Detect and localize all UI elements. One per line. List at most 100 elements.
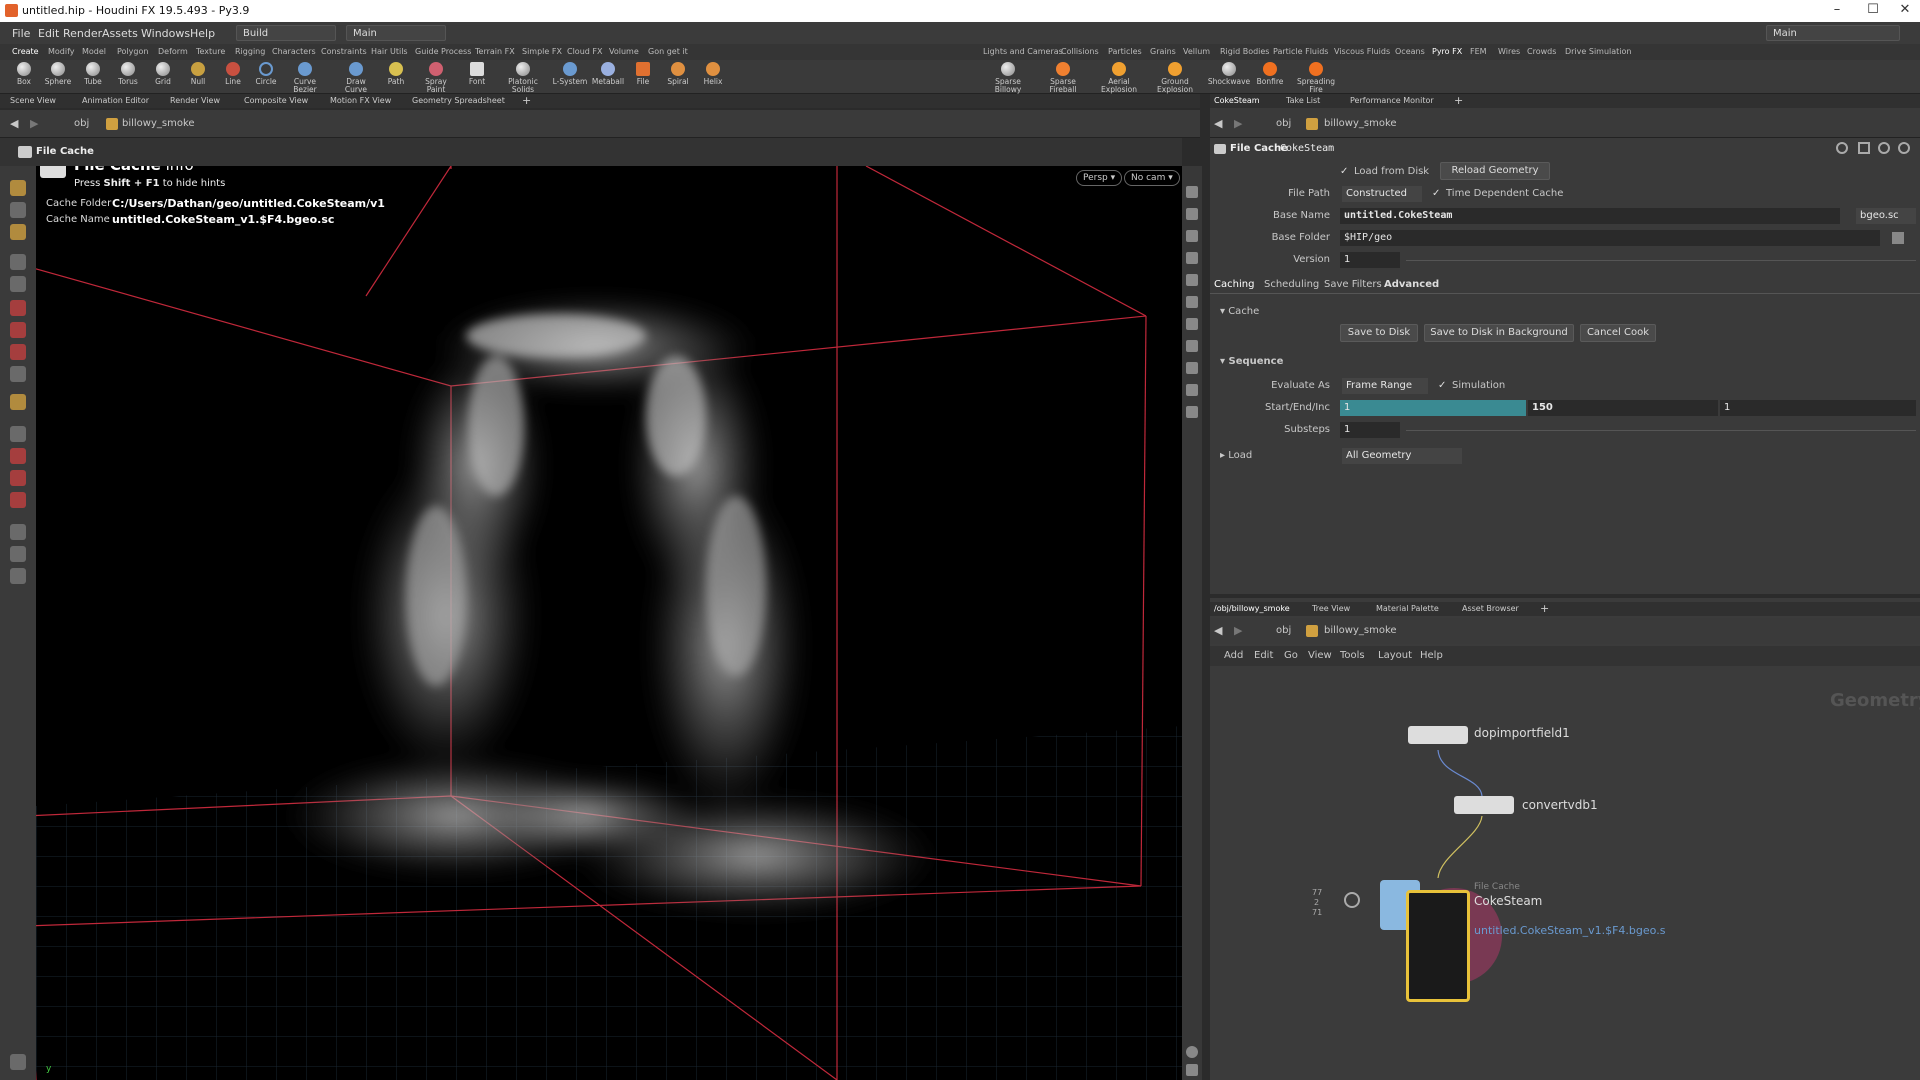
tool-ground-explosion[interactable]: Ground Explosion [1152, 62, 1198, 94]
shelf-tab[interactable]: Rigging [235, 47, 265, 56]
path-obj[interactable]: obj [74, 118, 89, 129]
save-to-disk-button[interactable]: Save to Disk [1340, 324, 1418, 342]
minimize-button[interactable]: – [1822, 2, 1852, 17]
menu-tools[interactable]: Tools [1340, 650, 1365, 661]
tab-composite-view[interactable]: Composite View [244, 96, 308, 105]
tab-cokesteam[interactable]: CokeSteam [1214, 96, 1260, 105]
menu-add[interactable]: Add [1224, 650, 1243, 661]
node-name-field[interactable]: CokeSteam [1280, 143, 1334, 154]
simulation-toggle[interactable]: ✓ Simulation [1438, 380, 1505, 391]
tool-helix[interactable]: Helix [695, 62, 731, 86]
help-icon[interactable] [1858, 142, 1870, 154]
camera-tool-icon[interactable] [10, 524, 26, 540]
tool-circle[interactable]: Circle [248, 62, 284, 86]
handle-tool-icon[interactable] [10, 180, 26, 196]
pose-tool-icon[interactable] [10, 366, 26, 382]
load-from-disk-toggle[interactable]: ✓ Load from Disk [1340, 166, 1429, 177]
base-name-field[interactable]: untitled.CokeSteam [1340, 208, 1840, 224]
scene-viewport[interactable]: File Cache info Press Shift + F1 to hide… [36, 166, 1182, 1080]
tool-path[interactable]: Path [378, 62, 414, 86]
version-field[interactable]: 1 [1340, 252, 1400, 268]
tool-spray-paint[interactable]: Spray Paint [418, 62, 454, 94]
tool-bonfire[interactable]: Bonfire [1250, 62, 1290, 86]
increment-field[interactable]: 1 [1720, 400, 1916, 416]
shelf-tab[interactable]: Collisions [1061, 47, 1099, 56]
path-node[interactable]: billowy_smoke [1324, 625, 1397, 636]
base-folder-field[interactable]: $HIP/geo [1340, 230, 1880, 246]
menu-view[interactable]: View [1308, 650, 1332, 661]
shelf-tab[interactable]: Polygon [117, 47, 148, 56]
rotate-tool-icon[interactable] [10, 322, 26, 338]
cache-section-header[interactable]: ▾ Cache [1220, 306, 1259, 317]
menu-render[interactable]: Render [63, 27, 102, 40]
add-tab-button[interactable]: + [1540, 602, 1549, 615]
tab-scene-view[interactable]: Scene View [10, 96, 56, 105]
menu-file[interactable]: File [12, 27, 30, 40]
tool-grid[interactable]: Grid [145, 62, 181, 86]
substeps-field[interactable]: 1 [1340, 422, 1400, 438]
tab-geometry-spreadsheet[interactable]: Geometry Spreadsheet [412, 96, 505, 105]
menu-layout[interactable]: Layout [1378, 650, 1412, 661]
shelf-tab[interactable]: FEM [1470, 47, 1487, 56]
tool-line[interactable]: Line [215, 62, 251, 86]
tab-network-path[interactable]: /obj/billowy_smoke [1214, 604, 1290, 613]
close-button[interactable]: ✕ [1890, 2, 1920, 17]
add-tab-button[interactable]: + [1454, 94, 1463, 107]
persp-menu-button[interactable]: Persp ▾ [1076, 170, 1123, 186]
menu-help[interactable]: Help [1420, 650, 1443, 661]
back-arrow-icon[interactable]: ◀ [1214, 624, 1222, 637]
node-convertvdb1[interactable] [1454, 796, 1514, 814]
forward-arrow-icon[interactable]: ▶ [30, 117, 38, 130]
tab-take-list[interactable]: Take List [1286, 96, 1320, 105]
tool-draw-curve[interactable]: Draw Curve [338, 62, 374, 94]
tool-box[interactable]: Box [6, 62, 42, 86]
shelf-tab[interactable]: Guide Process [415, 47, 471, 56]
shelf-tab[interactable]: Cloud FX [567, 47, 602, 56]
cancel-cook-button[interactable]: Cancel Cook [1580, 324, 1656, 342]
node-dopimportfield1[interactable] [1408, 726, 1468, 744]
shelf-tab[interactable]: Rigid Bodies [1220, 47, 1269, 56]
camera-menu-button[interactable]: No cam ▾ [1124, 170, 1180, 186]
move-tool-icon[interactable] [10, 300, 26, 316]
node-cokesteam[interactable] [1406, 890, 1470, 1002]
tool-sphere[interactable]: Sphere [40, 62, 76, 86]
info-icon[interactable] [1898, 142, 1910, 154]
tool-spreading-fire[interactable]: Spreading Fire [1290, 62, 1342, 94]
shelf-tab[interactable]: Deform [158, 47, 188, 56]
render-tool-icon[interactable] [10, 568, 26, 584]
info-icon[interactable] [1186, 1046, 1198, 1058]
shelf-tab[interactable]: Characters [272, 47, 316, 56]
evaluate-as-dropdown[interactable]: Frame Range [1342, 378, 1428, 394]
vectors-icon[interactable] [1186, 406, 1198, 418]
file-path-dropdown[interactable]: Constructed [1342, 186, 1422, 202]
tab-advanced[interactable]: Advanced [1384, 279, 1439, 290]
tab-performance-monitor[interactable]: Performance Monitor [1350, 96, 1434, 105]
pointer-tool-icon[interactable] [10, 254, 26, 270]
points-icon[interactable] [1186, 340, 1198, 352]
tool-font[interactable]: Font [459, 62, 495, 86]
snap-tool-icon[interactable] [10, 394, 26, 410]
lock-view-icon[interactable] [1186, 230, 1198, 242]
gear-icon[interactable] [1836, 142, 1848, 154]
tab-asset-browser[interactable]: Asset Browser [1462, 604, 1519, 613]
menu-assets[interactable]: Assets [102, 27, 138, 40]
forward-arrow-icon[interactable]: ▶ [1234, 624, 1242, 637]
shelf-tab[interactable]: Oceans [1395, 47, 1425, 56]
tool-shockwave[interactable]: Shockwave [1206, 62, 1252, 86]
menu-go[interactable]: Go [1284, 650, 1298, 661]
menu-windows[interactable]: Windows [141, 27, 190, 40]
reload-geometry-button[interactable]: Reload Geometry [1440, 162, 1550, 180]
tool-torus[interactable]: Torus [110, 62, 146, 86]
lock-icon[interactable] [10, 276, 26, 292]
magnet-c-icon[interactable] [10, 492, 26, 508]
tab-caching[interactable]: Caching [1214, 279, 1254, 290]
tool-platonic[interactable]: Platonic Solids [505, 62, 541, 94]
tool-null[interactable]: Null [180, 62, 216, 86]
end-frame-field[interactable]: 150 [1528, 400, 1718, 416]
shelf-tab[interactable]: Constraints [321, 47, 367, 56]
tool-sparse-fireball[interactable]: Sparse Fireball [1040, 62, 1086, 94]
magnet-b-icon[interactable] [10, 470, 26, 486]
shelf-set-dropdown[interactable]: Main [346, 25, 446, 41]
bulb-icon[interactable] [1186, 296, 1198, 308]
path-obj[interactable]: obj [1276, 118, 1291, 129]
